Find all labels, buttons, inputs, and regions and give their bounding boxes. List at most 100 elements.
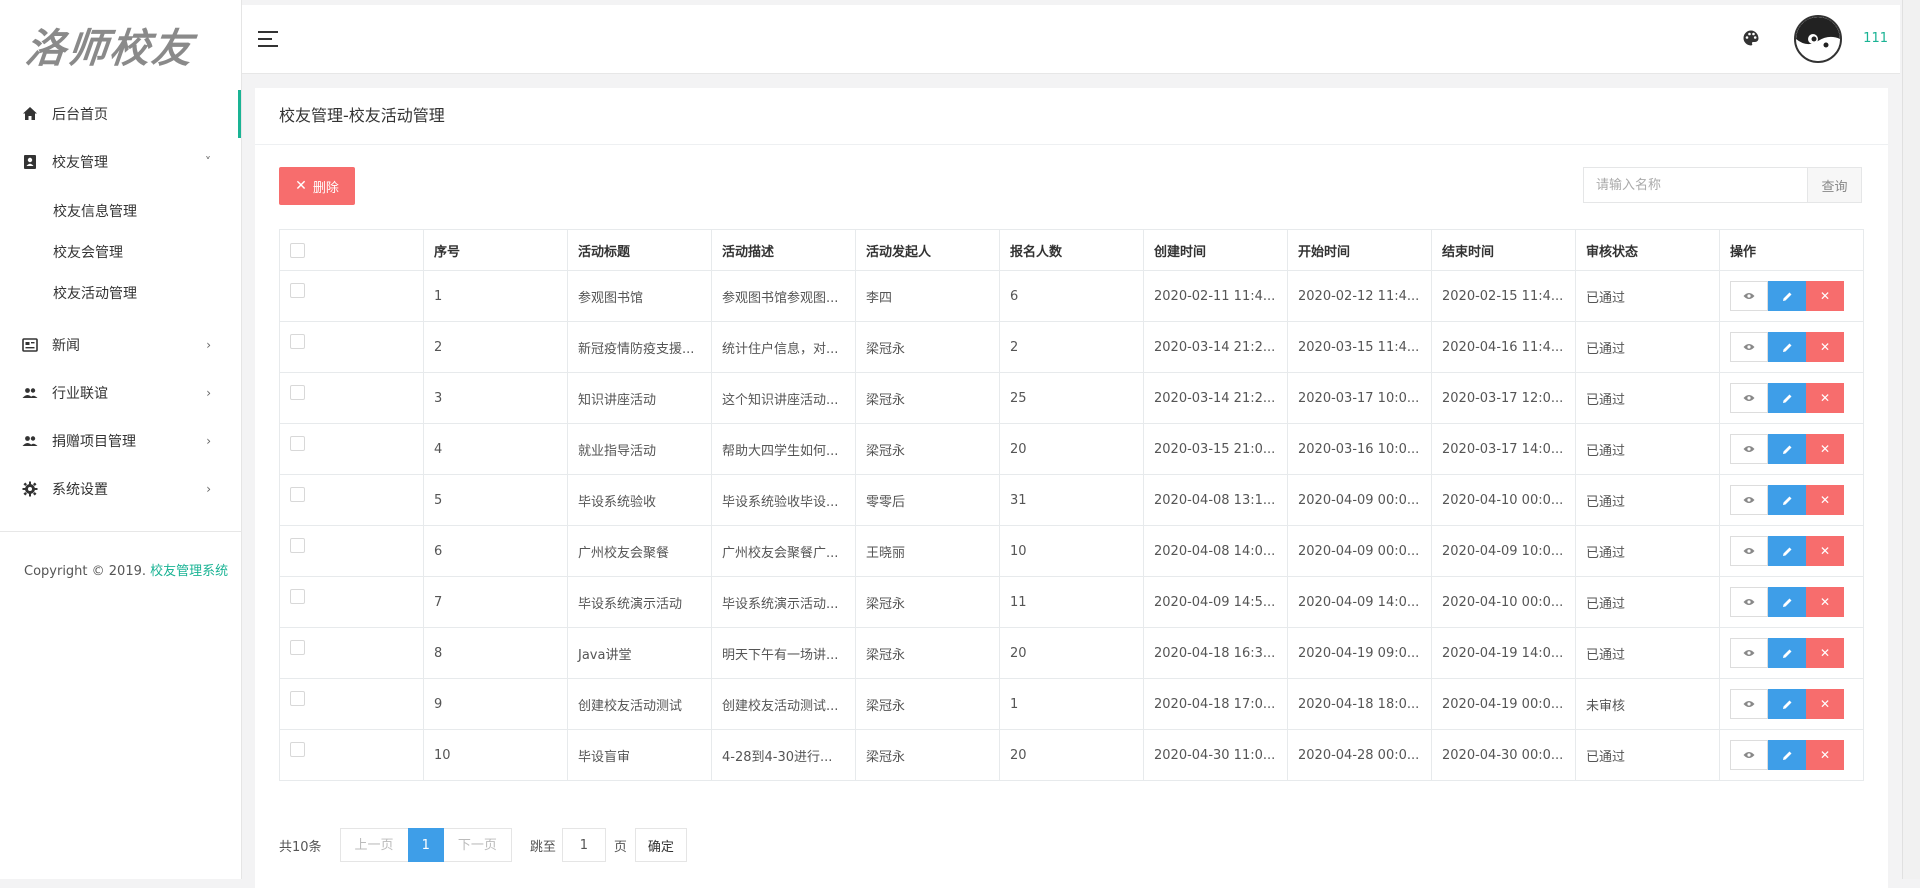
sidebar-subitem-alumni-info[interactable]: 校友信息管理 [0,192,241,233]
table-row: 5 毕设系统验收 毕设系统验收毕设... 零零后 31 2020-04-08 13:1..… [279,474,1864,526]
cell-actions: ✕ [1719,678,1864,730]
pencil-icon [1782,598,1791,607]
cell-initiator: 梁冠永 [855,372,1000,424]
row-checkbox[interactable] [290,690,305,706]
sidebar-item-home[interactable]: 后台首页 [0,90,241,138]
sidebar-subitem-alumni-association[interactable]: 校友会管理 [0,233,241,274]
eye-icon [1743,293,1755,299]
delete-row-button[interactable]: ✕ [1806,383,1844,413]
sidebar-item-industry[interactable]: 行业联谊 › [0,369,241,417]
edit-button[interactable] [1768,587,1806,617]
sidebar-subitem-alumni-activity[interactable]: 校友活动管理 [0,274,241,315]
edit-button[interactable] [1768,536,1806,566]
row-actions: ✕ [1730,689,1853,719]
sidebar-item-label: 新闻 [52,338,80,354]
cell-title: 新冠疫情防疫支援... [567,321,712,373]
pencil-icon [1782,547,1791,556]
search-input[interactable] [1583,167,1807,203]
edit-button[interactable] [1768,485,1806,515]
cell-actions: ✕ [1719,423,1864,475]
cell-index: 10 [423,729,568,781]
cell-status: 已通过 [1575,474,1720,526]
row-select-cell [279,678,424,730]
view-button[interactable] [1730,332,1768,362]
view-button[interactable] [1730,587,1768,617]
row-checkbox[interactable] [290,486,305,502]
close-icon: ✕ [1819,391,1831,405]
sidebar-item-settings[interactable]: 系统设置 › [0,465,241,513]
delete-row-button[interactable]: ✕ [1806,332,1844,362]
row-checkbox[interactable] [290,282,305,298]
delete-row-button[interactable]: ✕ [1806,536,1844,566]
row-select-cell [279,576,424,628]
pencil-icon [1782,700,1791,709]
copyright-brand-link[interactable]: 校友管理系统 [150,564,228,579]
delete-button[interactable]: ✕ 删除 [279,167,355,205]
delete-row-button[interactable]: ✕ [1806,281,1844,311]
cell-count: 25 [999,372,1144,424]
close-icon: ✕ [1819,544,1831,558]
edit-button[interactable] [1768,740,1806,770]
delete-row-button[interactable]: ✕ [1806,689,1844,719]
row-select-cell [279,372,424,424]
edit-button[interactable] [1768,383,1806,413]
cell-end: 2020-04-30 00:0... [1431,729,1576,781]
username[interactable]: 111 [1863,31,1888,46]
row-checkbox[interactable] [290,537,305,553]
delete-row-button[interactable]: ✕ [1806,587,1844,617]
view-button[interactable] [1730,740,1768,770]
chevron-right-icon: › [206,386,211,400]
row-select-cell [279,423,424,475]
sidebar: 洛师校友 后台首页 校友管理 ˅ 校友信息管理 校友会管理 校友活动管理 新闻 … [0,0,242,879]
delete-row-button[interactable]: ✕ [1806,485,1844,515]
view-button[interactable] [1730,434,1768,464]
row-checkbox[interactable] [290,435,305,451]
edit-button[interactable] [1768,689,1806,719]
jump-page-input[interactable] [561,828,606,862]
view-button[interactable] [1730,638,1768,668]
delete-row-button[interactable]: ✕ [1806,740,1844,770]
row-checkbox[interactable] [290,741,305,757]
page-1-button[interactable]: 1 [407,828,444,862]
cell-start: 2020-03-17 10:0... [1287,372,1432,424]
select-all-checkbox[interactable] [290,242,305,258]
cell-desc: 参观图书馆参观图... [711,270,856,322]
sidebar-item-donation[interactable]: 捐赠项目管理 › [0,417,241,465]
cell-desc: 这个知识讲座活动... [711,372,856,424]
edit-button[interactable] [1768,434,1806,464]
confirm-jump-button[interactable]: 确定 [634,828,687,862]
cell-index: 1 [423,270,568,322]
table-row: 6 广州校友会聚餐 广州校友会聚餐广... 王晓丽 10 2020-04-08 14:0.… [279,525,1864,577]
palette-icon[interactable] [1742,29,1760,51]
view-button[interactable] [1730,485,1768,515]
avatar[interactable] [1794,15,1842,63]
edit-button[interactable] [1768,332,1806,362]
sidebar-item-alumni-management[interactable]: 校友管理 ˅ [0,138,241,186]
view-button[interactable] [1730,383,1768,413]
row-select-cell [279,627,424,679]
scrollbar[interactable] [1902,0,1920,879]
col-header-created: 创建时间 [1143,229,1288,271]
cell-initiator: 梁冠永 [855,576,1000,628]
view-button[interactable] [1730,281,1768,311]
row-checkbox[interactable] [290,333,305,349]
view-button[interactable] [1730,689,1768,719]
row-actions: ✕ [1730,638,1853,668]
row-checkbox[interactable] [290,384,305,400]
row-checkbox[interactable] [290,588,305,604]
sidebar-item-label: 系统设置 [52,482,108,498]
prev-page-button[interactable]: 上一页 [339,828,408,862]
sidebar-item-news[interactable]: 新闻 › [0,321,241,369]
edit-button[interactable] [1768,281,1806,311]
delete-row-button[interactable]: ✕ [1806,638,1844,668]
edit-button[interactable] [1768,638,1806,668]
chevron-right-icon: › [206,338,211,352]
search-button[interactable]: 查询 [1807,167,1862,203]
next-page-button[interactable]: 下一页 [443,828,512,862]
page-unit-label: 页 [613,839,627,855]
delete-row-button[interactable]: ✕ [1806,434,1844,464]
view-button[interactable] [1730,536,1768,566]
cell-title: 参观图书馆 [567,270,712,322]
row-checkbox[interactable] [290,639,305,655]
menu-icon[interactable] [258,31,278,52]
